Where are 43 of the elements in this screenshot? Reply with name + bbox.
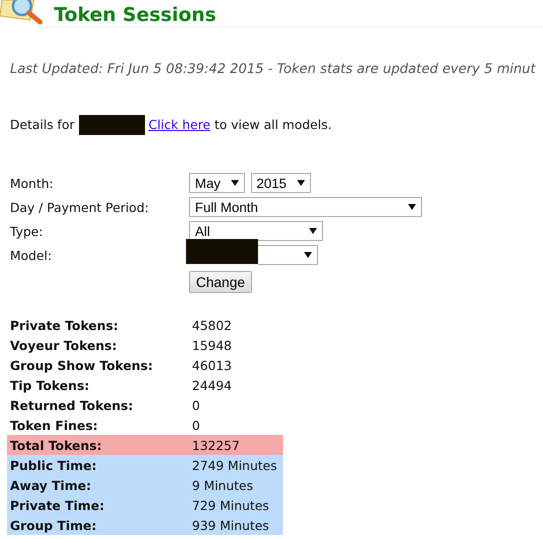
caret-icon xyxy=(408,204,416,210)
stat-label: Group Show Tokens: xyxy=(10,358,154,372)
dropdown[interactable]: May xyxy=(189,173,245,193)
stat-value: 729 Minutes xyxy=(192,498,270,512)
caret-icon xyxy=(296,180,305,186)
last-updated-notice: Last Updated: Fri Jun 5 08:39:42 2015 - Token stats are updated every 5 minut xyxy=(10,62,537,78)
page-title: Token Sessions xyxy=(54,3,216,27)
field-label: Model: xyxy=(10,248,53,262)
stat-value: 0 xyxy=(192,398,201,412)
stat-value: 939 Minutes xyxy=(192,518,270,532)
stat-label: Total Tokens: xyxy=(10,438,103,452)
redaction-block xyxy=(78,115,144,135)
caret-icon xyxy=(304,252,312,258)
stat-value: 9 Minutes xyxy=(192,478,254,492)
stat-label: Public Time: xyxy=(10,458,98,472)
change-button[interactable]: Change xyxy=(189,271,252,293)
stat-value: 0 xyxy=(192,418,201,432)
stat-label: Private Time: xyxy=(10,498,106,512)
stat-value: 2749 Minutes xyxy=(192,458,278,472)
stat-label: Group Time: xyxy=(10,518,98,532)
stat-label: Tip Tokens: xyxy=(10,378,90,392)
stat-value: 24494 xyxy=(192,378,233,392)
dropdown[interactable]: 2015 xyxy=(250,173,311,193)
view-all-link[interactable]: Click here xyxy=(148,117,210,133)
stat-value: 132257 xyxy=(192,438,241,452)
field-label: Type: xyxy=(10,224,44,238)
dropdown[interactable] xyxy=(258,245,318,265)
stat-value: 15948 xyxy=(192,338,233,352)
details-text: Details for xyxy=(10,117,74,133)
stat-label: Returned Tokens: xyxy=(10,398,134,412)
stat-label: Token Fines: xyxy=(10,418,99,432)
stat-value: 46013 xyxy=(192,358,233,372)
dropdown[interactable]: Full Month xyxy=(189,197,422,217)
field-label: Month: xyxy=(10,176,54,190)
stat-label: Private Tokens: xyxy=(10,318,120,332)
details-text: to view all models. xyxy=(214,117,332,133)
field-label: Day / Payment Period: xyxy=(10,200,150,214)
caret-icon xyxy=(230,180,239,186)
stat-value: 45802 xyxy=(192,318,233,332)
caret-icon xyxy=(309,228,317,234)
dropdown[interactable]: All xyxy=(189,221,323,241)
stat-label: Away Time: xyxy=(10,478,92,492)
stat-label: Voyeur Tokens: xyxy=(10,338,118,352)
